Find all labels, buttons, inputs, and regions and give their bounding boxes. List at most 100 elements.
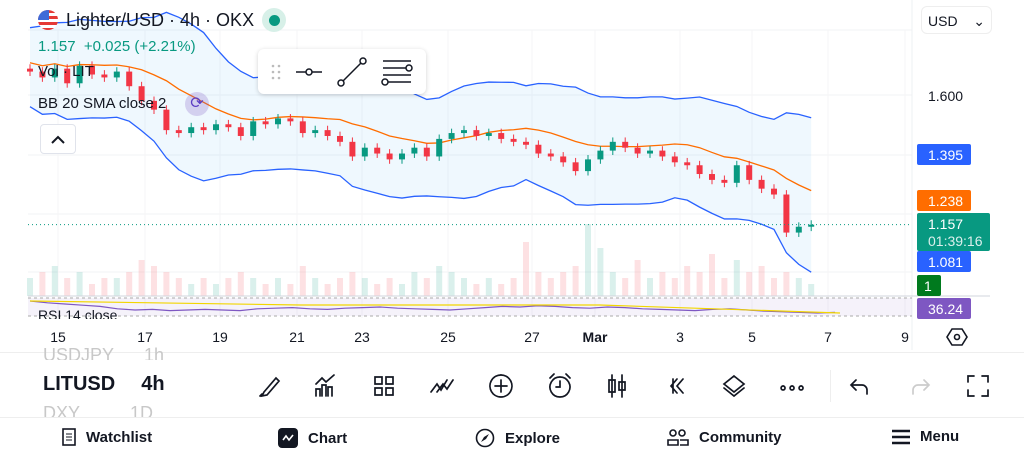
volume-bar [262,284,269,296]
alert-button[interactable] [546,372,574,400]
candle [560,156,567,163]
drawing-floating-toolbar[interactable] [258,49,426,94]
pencil-button[interactable] [256,372,284,400]
candle [250,121,257,136]
candle [461,130,467,134]
volume-tag: 1 [917,275,941,296]
symbol-next[interactable]: DXY 1D [43,403,153,417]
rsi-legend[interactable]: RSI 14 close [38,307,117,319]
us-flag-icon [38,10,58,30]
volume-bar [647,278,653,296]
candle [448,133,455,139]
fib-retracement-icon[interactable] [381,58,413,86]
nav-menu[interactable]: Menu [892,428,959,445]
candle [163,109,170,131]
divider [0,417,1024,418]
symbol-current[interactable]: LITUSD 4h [43,373,165,396]
candle [609,141,616,151]
drag-handle-icon[interactable] [271,63,281,81]
candle [126,71,133,87]
compass-icon [475,428,495,448]
horizontal-line-icon[interactable] [295,62,323,82]
replay-button[interactable] [663,372,691,400]
symbol-prev[interactable]: USDJPY 1h [43,346,164,360]
candle [572,162,579,172]
candle [374,147,381,154]
symbol-title[interactable]: Lighter/USD · 4h · OKX [38,8,287,32]
compare-icon [430,379,454,393]
add-button[interactable] [487,372,515,400]
settings-icon[interactable] [946,326,968,348]
indicators-button[interactable] [312,372,340,400]
volume-bar [547,278,554,296]
volume-bar [659,272,666,296]
volume-bar [386,278,393,296]
volume-legend[interactable]: Vol · LIT [38,63,94,80]
more-button[interactable] [778,372,806,400]
layers-button[interactable] [720,372,748,400]
volume-bar [461,278,467,296]
volume-bar [151,266,157,296]
volume-bar [27,278,33,296]
volume-bar [721,278,728,296]
volume-bar [175,278,182,296]
indicators-icon [315,374,335,397]
candle [547,153,554,157]
volume-bar [312,278,319,296]
candle [175,130,182,134]
bb-legend[interactable]: BB 20 SMA close 2 [38,95,166,112]
candle [510,138,517,142]
nav-chart[interactable]: Chart [278,428,347,448]
volume-bar [523,242,529,296]
volume-bar [76,272,83,296]
candle [312,130,319,134]
candle [27,68,33,72]
chevron-down-icon: ⌄ [973,13,985,29]
volume-bar [423,278,430,296]
next-symbol: DXY [43,403,81,417]
candle [200,127,207,131]
volume-bar [138,260,145,296]
last-price-tag: 1.157 01:39:16 [917,213,990,251]
candle [535,144,542,154]
volume-bar [126,272,133,296]
volume-bar [89,284,95,296]
nav-explore[interactable]: Explore [475,428,560,448]
volume-bar [39,272,46,296]
volume-bar [696,272,703,296]
volume-bar [200,278,207,296]
undo-button[interactable] [846,372,874,400]
time-tick: 23 [354,329,370,345]
candles-icon [608,374,626,398]
candle [113,71,120,78]
trend-line-icon[interactable] [337,56,367,87]
redo-button[interactable] [906,372,934,400]
candle [386,153,393,160]
time-tick: 9 [901,329,909,345]
volume-bar [746,272,753,296]
alert-icon [549,373,571,398]
nav-community[interactable]: Community [667,428,782,446]
layers-icon [722,374,746,398]
volume-bar [597,248,604,296]
nav-label: Menu [920,428,960,445]
candles-button[interactable] [603,372,631,400]
time-tick: 19 [212,329,228,345]
compare-button[interactable] [428,372,456,400]
templates-button[interactable] [370,372,398,400]
volume-bar [795,278,802,296]
candle [337,135,343,142]
volume-bar [634,260,641,296]
candle [287,118,294,122]
currency-select[interactable]: USD ⌄ [921,6,992,34]
loading-icon: ⟳ [185,92,209,116]
collapse-legend-button[interactable] [40,124,76,154]
candle [634,147,641,154]
volume-bar [808,284,815,296]
volume-bar [213,284,219,296]
candle [758,179,765,189]
next-timeframe: 1D [130,403,154,417]
fullscreen-button[interactable] [964,372,992,400]
time-tick: 21 [289,329,305,345]
nav-watchlist[interactable]: Watchlist [62,428,152,446]
